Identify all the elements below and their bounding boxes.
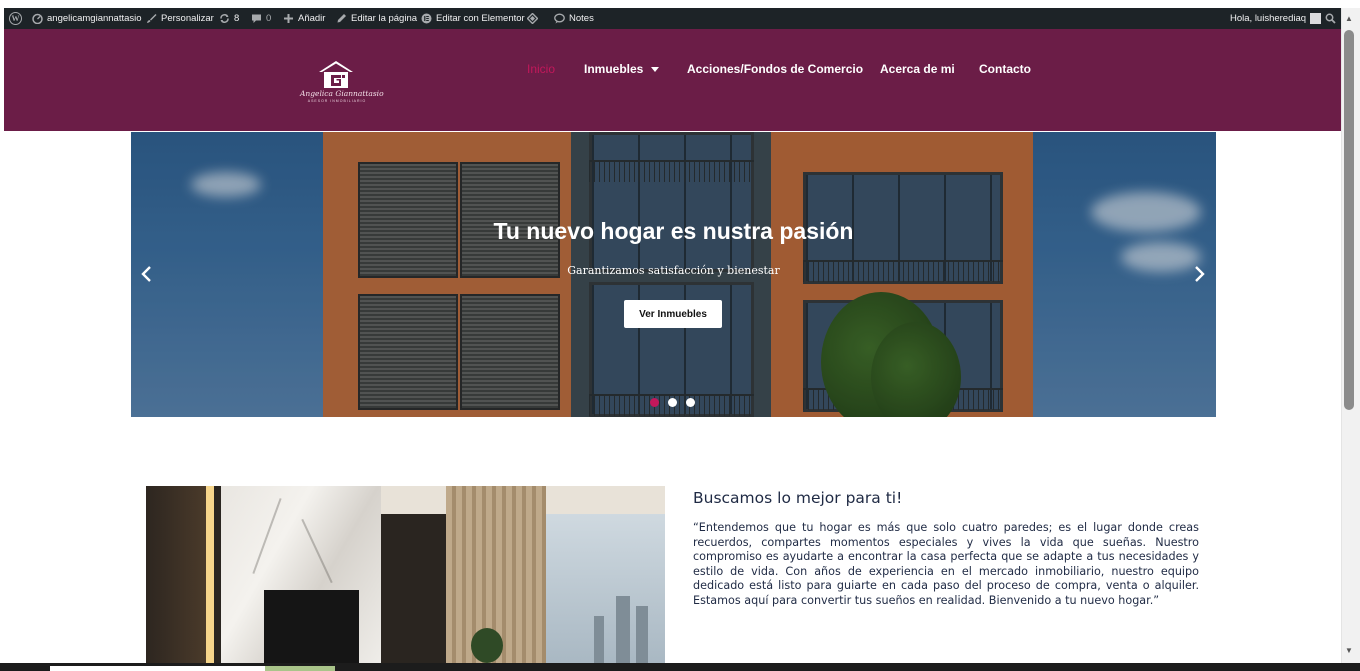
slider-dot-3[interactable] xyxy=(686,398,695,407)
customize-link[interactable]: Personalizar xyxy=(146,8,214,29)
wp-admin-bar: W angelicamgiannattasio Personalizar 8 0 xyxy=(4,8,1341,29)
edit-elementor-link[interactable]: Editar con Elementor xyxy=(421,8,525,29)
diamond-menu[interactable] xyxy=(527,8,538,29)
site-header: Angelica Giannattasio ASESOR INMOBILIARI… xyxy=(4,29,1341,131)
site-name-menu[interactable]: angelicamgiannattasio xyxy=(32,8,142,29)
nav-acerca-label: Acerca de mi xyxy=(880,62,955,76)
hero-slider: Tu nuevo hogar es nustra pasión Garantiz… xyxy=(131,132,1216,417)
city-tower xyxy=(636,606,648,663)
slide-subtitle: Garantizamos satisfacción y bienestar xyxy=(567,264,780,277)
light-strip xyxy=(206,486,214,663)
window-top-edge xyxy=(0,0,1360,8)
taskbar-thumbnail xyxy=(265,666,335,671)
updates-count: 8 xyxy=(234,13,240,24)
about-text: “Entendemos que tu hogar es más que solo… xyxy=(693,521,1199,607)
brush-icon xyxy=(146,13,157,24)
updates-link[interactable]: 8 xyxy=(219,8,239,29)
nav-contacto[interactable]: Contacto xyxy=(979,61,1031,77)
site-logo[interactable]: Angelica Giannattasio ASESOR INMOBILIARI… xyxy=(300,59,384,105)
site-name-label: angelicamgiannattasio xyxy=(47,13,142,24)
account-menu[interactable]: Hola, luisherediaq xyxy=(1230,8,1322,29)
nav-inmuebles-label: Inmuebles xyxy=(584,62,644,76)
edit-elementor-label: Editar con Elementor xyxy=(436,13,525,24)
wp-logo-menu[interactable]: W xyxy=(9,8,22,29)
logo-script: Angelica Giannattasio xyxy=(300,89,384,98)
avatar xyxy=(1310,13,1322,24)
nav-contacto-label: Contacto xyxy=(979,62,1031,76)
speech-bubble-icon xyxy=(554,13,565,24)
plant xyxy=(471,628,503,663)
scroll-down-icon[interactable]: ▼ xyxy=(1344,646,1354,656)
plus-icon xyxy=(283,13,294,24)
edit-page-label: Editar la página xyxy=(351,13,418,24)
television xyxy=(264,590,359,663)
ver-inmuebles-button[interactable]: Ver Inmuebles xyxy=(624,300,722,328)
chevron-left-icon[interactable] xyxy=(137,264,157,284)
edit-page-link[interactable]: Editar la página xyxy=(336,8,417,29)
elementor-icon xyxy=(421,13,432,24)
comment-icon xyxy=(251,13,262,24)
scroll-up-icon[interactable]: ▲ xyxy=(1344,14,1354,24)
house-logo-icon xyxy=(319,61,353,88)
dashboard-icon xyxy=(32,13,43,24)
taskbar xyxy=(0,663,1360,671)
customize-label: Personalizar xyxy=(161,13,214,24)
pencil-icon xyxy=(336,13,347,24)
comments-count: 0 xyxy=(266,13,272,24)
city-tower xyxy=(616,596,630,663)
add-new-menu[interactable]: Añadir xyxy=(283,8,325,29)
diamond-icon xyxy=(527,13,538,24)
browser-viewport: W angelicamgiannattasio Personalizar 8 0 xyxy=(0,0,1360,671)
nav-inicio-label: Inicio xyxy=(527,62,556,76)
notes-label: Notes xyxy=(569,13,594,24)
slider-dot-2[interactable] xyxy=(668,398,677,407)
admin-search-button[interactable] xyxy=(1325,8,1336,29)
nav-acerca[interactable]: Acerca de mi xyxy=(880,61,955,77)
scrollbar-thumb[interactable] xyxy=(1344,30,1354,410)
search-icon xyxy=(1325,13,1336,24)
nav-inicio[interactable]: Inicio xyxy=(527,61,555,77)
chevron-right-icon[interactable] xyxy=(1189,264,1209,284)
logo-subtitle: ASESOR INMOBILIARIO xyxy=(307,99,367,103)
updates-icon xyxy=(219,13,230,24)
interior-image xyxy=(146,486,665,663)
notes-link[interactable]: Notes xyxy=(554,8,594,29)
wood-panel xyxy=(146,486,206,663)
wordpress-icon: W xyxy=(9,12,22,25)
about-title: Buscamos lo mejor para ti! xyxy=(693,489,903,507)
nav-inmuebles[interactable]: Inmuebles xyxy=(584,61,660,77)
comments-link[interactable]: 0 xyxy=(251,8,271,29)
add-new-label: Añadir xyxy=(298,13,326,24)
greeting-label: Hola, luisherediaq xyxy=(1230,13,1307,24)
chevron-down-icon xyxy=(651,66,660,72)
city-tower xyxy=(594,616,604,663)
slide-title: Tu nuevo hogar es nustra pasión xyxy=(493,218,854,244)
slider-dot-1[interactable] xyxy=(650,398,659,407)
nav-acciones-label: Acciones/Fondos de Comercio xyxy=(687,62,864,76)
nav-acciones[interactable]: Acciones/Fondos de Comercio xyxy=(687,61,863,77)
